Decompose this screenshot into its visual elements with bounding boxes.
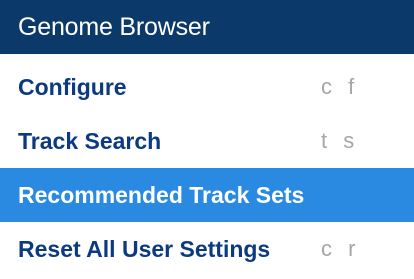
menu-item-track-search[interactable]: Track Search t s xyxy=(0,114,414,168)
genome-browser-menu: Genome Browser Configure c f Track Searc… xyxy=(0,0,414,279)
menu-item-reset-all-user-settings[interactable]: Reset All User Settings c r xyxy=(0,222,414,276)
menu-item-label: Track Search xyxy=(18,127,162,154)
keyboard-shortcut: c r xyxy=(321,236,361,261)
menu-item-label: Recommended Track Sets xyxy=(18,181,305,208)
menu-header[interactable]: Genome Browser xyxy=(0,0,414,54)
menu-item-list: Configure c f Track Search t s Recommend… xyxy=(0,60,414,279)
menu-item-recommended-track-sets[interactable]: Recommended Track Sets xyxy=(0,168,414,222)
menu-item-label: Reset All User Settings xyxy=(18,235,271,262)
menu-item-label: Configure xyxy=(18,73,127,100)
menu-title: Genome Browser xyxy=(18,12,210,41)
keyboard-shortcut: t s xyxy=(321,128,360,153)
keyboard-shortcut: c f xyxy=(321,74,360,99)
menu-item-configure[interactable]: Configure c f xyxy=(0,60,414,114)
